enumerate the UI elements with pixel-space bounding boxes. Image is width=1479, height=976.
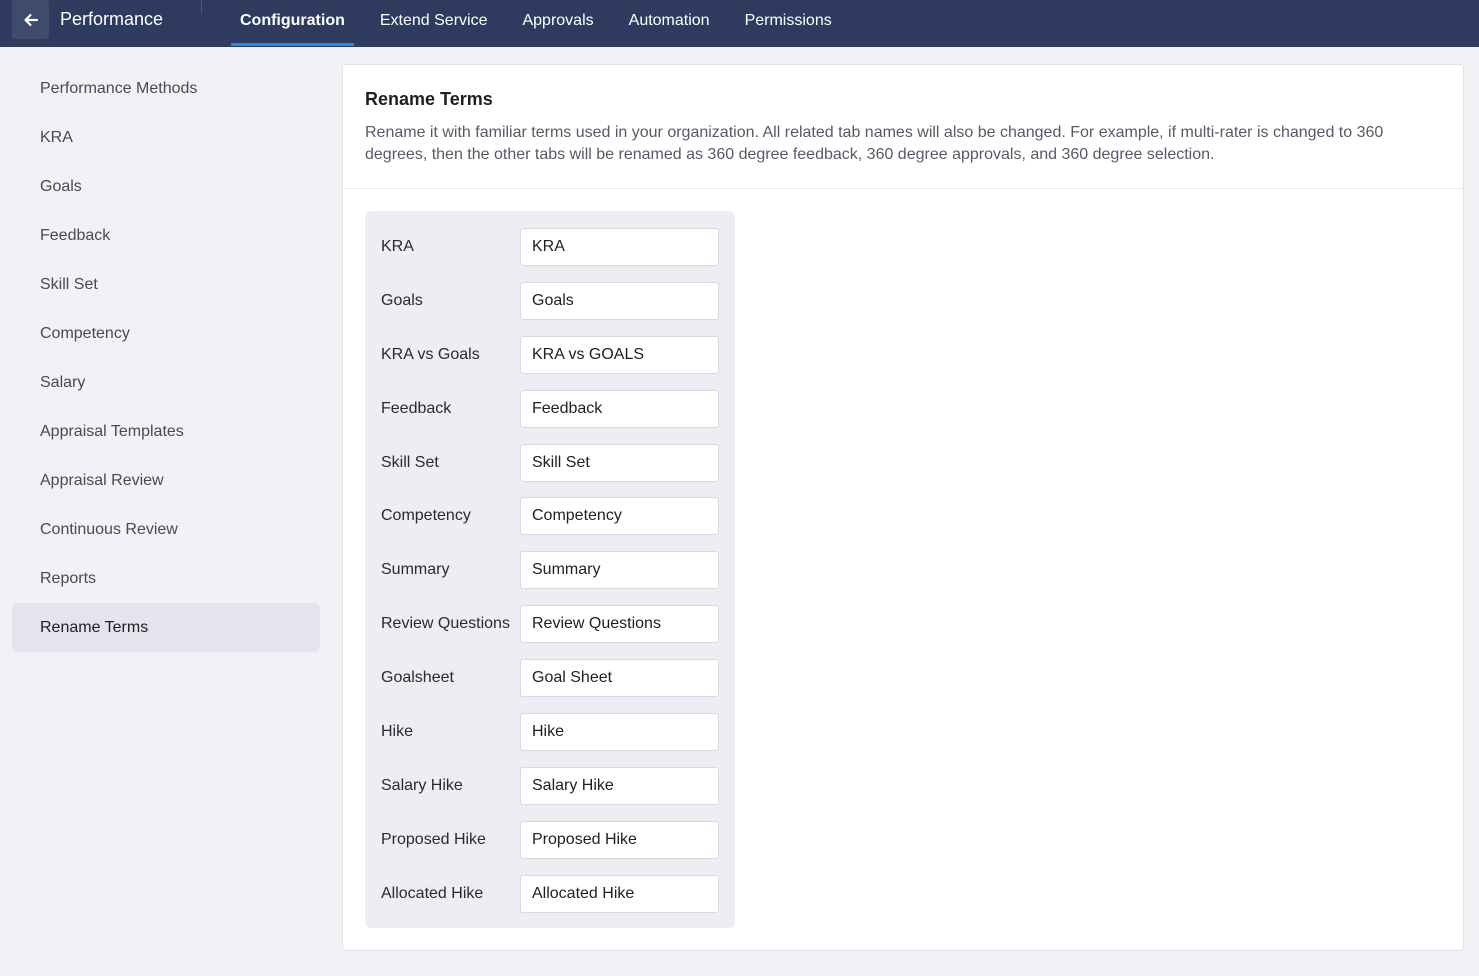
term-row: Feedback [381,389,719,428]
term-row: Summary [381,551,719,590]
term-input-feedback[interactable] [520,389,719,428]
term-input-competency[interactable] [520,497,719,536]
panel-header: Rename Terms Rename it with familiar ter… [343,65,1463,189]
sidebar-item-appraisal-templates[interactable]: Appraisal Templates [12,407,320,456]
term-label: Hike [381,723,414,741]
term-row: Goalsheet [381,659,719,698]
term-label: Proposed Hike [381,830,486,848]
sidebar-item-competency[interactable]: Competency [12,309,320,358]
term-label: KRA vs Goals [381,345,480,363]
tab-automation[interactable]: Automation [620,0,719,47]
term-label: Goalsheet [381,669,454,687]
term-input-kra-vs-goals[interactable] [520,335,719,374]
rename-terms-panel: Rename Terms Rename it with familiar ter… [342,64,1464,951]
sidebar-item-feedback[interactable]: Feedback [12,211,320,260]
tab-configuration[interactable]: Configuration [231,0,354,47]
sidebar-item-skill-set[interactable]: Skill Set [12,260,320,309]
term-row: Goals [381,281,719,320]
sidebar-item-appraisal-review[interactable]: Appraisal Review [12,456,320,505]
term-label: Skill Set [381,453,439,471]
term-row: Hike [381,713,719,752]
tab-strip: Configuration Extend Service Approvals A… [231,0,858,47]
sidebar-item-reports[interactable]: Reports [12,554,320,603]
back-button[interactable] [12,0,49,39]
term-input-summary[interactable] [520,551,719,590]
term-input-goals[interactable] [520,281,719,320]
term-label: Allocated Hike [381,884,484,902]
term-label: Goals [381,291,423,309]
top-navigation-bar: Performance Configuration Extend Service… [0,0,1479,47]
term-input-skill-set[interactable] [520,443,719,482]
term-label: Review Questions [381,615,510,633]
term-label: Salary Hike [381,776,463,794]
term-row: Competency [381,497,719,536]
sidebar-item-rename-terms[interactable]: Rename Terms [12,603,320,652]
module-title: Performance [60,9,164,29]
term-input-salary-hike[interactable] [520,766,719,805]
term-input-allocated-hike[interactable] [520,874,719,913]
term-label: Competency [381,507,471,525]
tab-extend-service[interactable]: Extend Service [371,0,497,47]
term-row: Review Questions [381,605,719,644]
term-row: Allocated Hike [381,874,719,913]
tab-permissions[interactable]: Permissions [736,0,841,47]
settings-sidebar: Performance Methods KRA Goals Feedback S… [12,64,320,652]
arrow-left-icon [23,13,38,26]
sidebar-item-performance-methods[interactable]: Performance Methods [12,64,320,113]
tab-approvals[interactable]: Approvals [513,0,602,47]
term-input-hike[interactable] [520,713,719,752]
term-label: KRA [381,238,414,255]
page-description: Rename it with familiar terms used in yo… [365,124,1384,163]
sidebar-item-kra[interactable]: KRA [12,113,320,162]
page-title: Rename Terms [365,89,493,109]
term-label: Feedback [381,399,452,417]
term-row: KRA vs Goals [381,335,719,374]
term-row: Salary Hike [381,766,719,805]
term-input-review-questions[interactable] [520,605,719,644]
sidebar-item-goals[interactable]: Goals [12,162,320,211]
term-input-kra[interactable] [520,228,719,266]
terms-list: KRA Goals KRA vs Goals Feedback Skill Se… [365,211,735,928]
term-row: KRA [381,228,719,266]
term-input-proposed-hike[interactable] [520,820,719,859]
term-row: Skill Set [381,443,719,482]
sidebar-item-continuous-review[interactable]: Continuous Review [12,505,320,554]
term-label: Summary [381,561,450,579]
term-row: Proposed Hike [381,820,719,859]
sidebar-item-salary[interactable]: Salary [12,358,320,407]
term-input-goalsheet[interactable] [520,659,719,698]
title-divider [201,0,202,14]
